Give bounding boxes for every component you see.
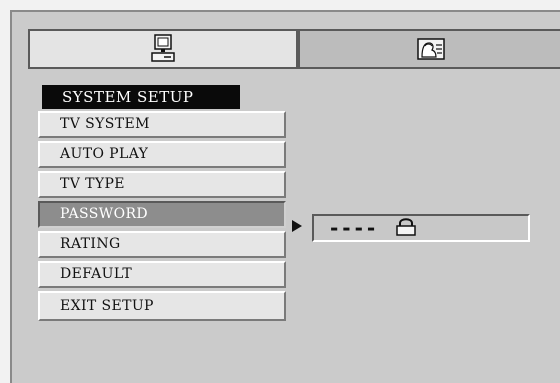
monitor-icon [151,34,175,62]
menu-item-default[interactable]: DEFAULT [38,261,286,288]
menu-title: SYSTEM SETUP [42,85,240,109]
password-value: ---- [330,216,380,240]
person-portrait-icon [417,38,445,60]
right-pointer-icon [292,220,302,232]
menu-item-tv-system[interactable]: TV SYSTEM [38,111,286,138]
setup-screen: SYSTEM SETUP TV SYSTEM AUTO PLAY TV TYPE… [10,10,560,383]
password-field[interactable]: ---- [312,214,530,242]
tab-general-setup[interactable] [28,29,298,69]
menu-item-tv-type[interactable]: TV TYPE [38,171,286,198]
menu-item-auto-play[interactable]: AUTO PLAY [38,141,286,168]
tab-preference-setup[interactable] [298,29,560,69]
menu-item-exit-setup[interactable]: EXIT SETUP [38,291,286,321]
lock-icon [393,216,419,241]
menu-item-password[interactable]: PASSWORD [38,201,286,228]
menu-item-rating[interactable]: RATING [38,231,286,258]
setup-menu: TV SYSTEM AUTO PLAY TV TYPE PASSWORD RAT… [38,111,286,324]
